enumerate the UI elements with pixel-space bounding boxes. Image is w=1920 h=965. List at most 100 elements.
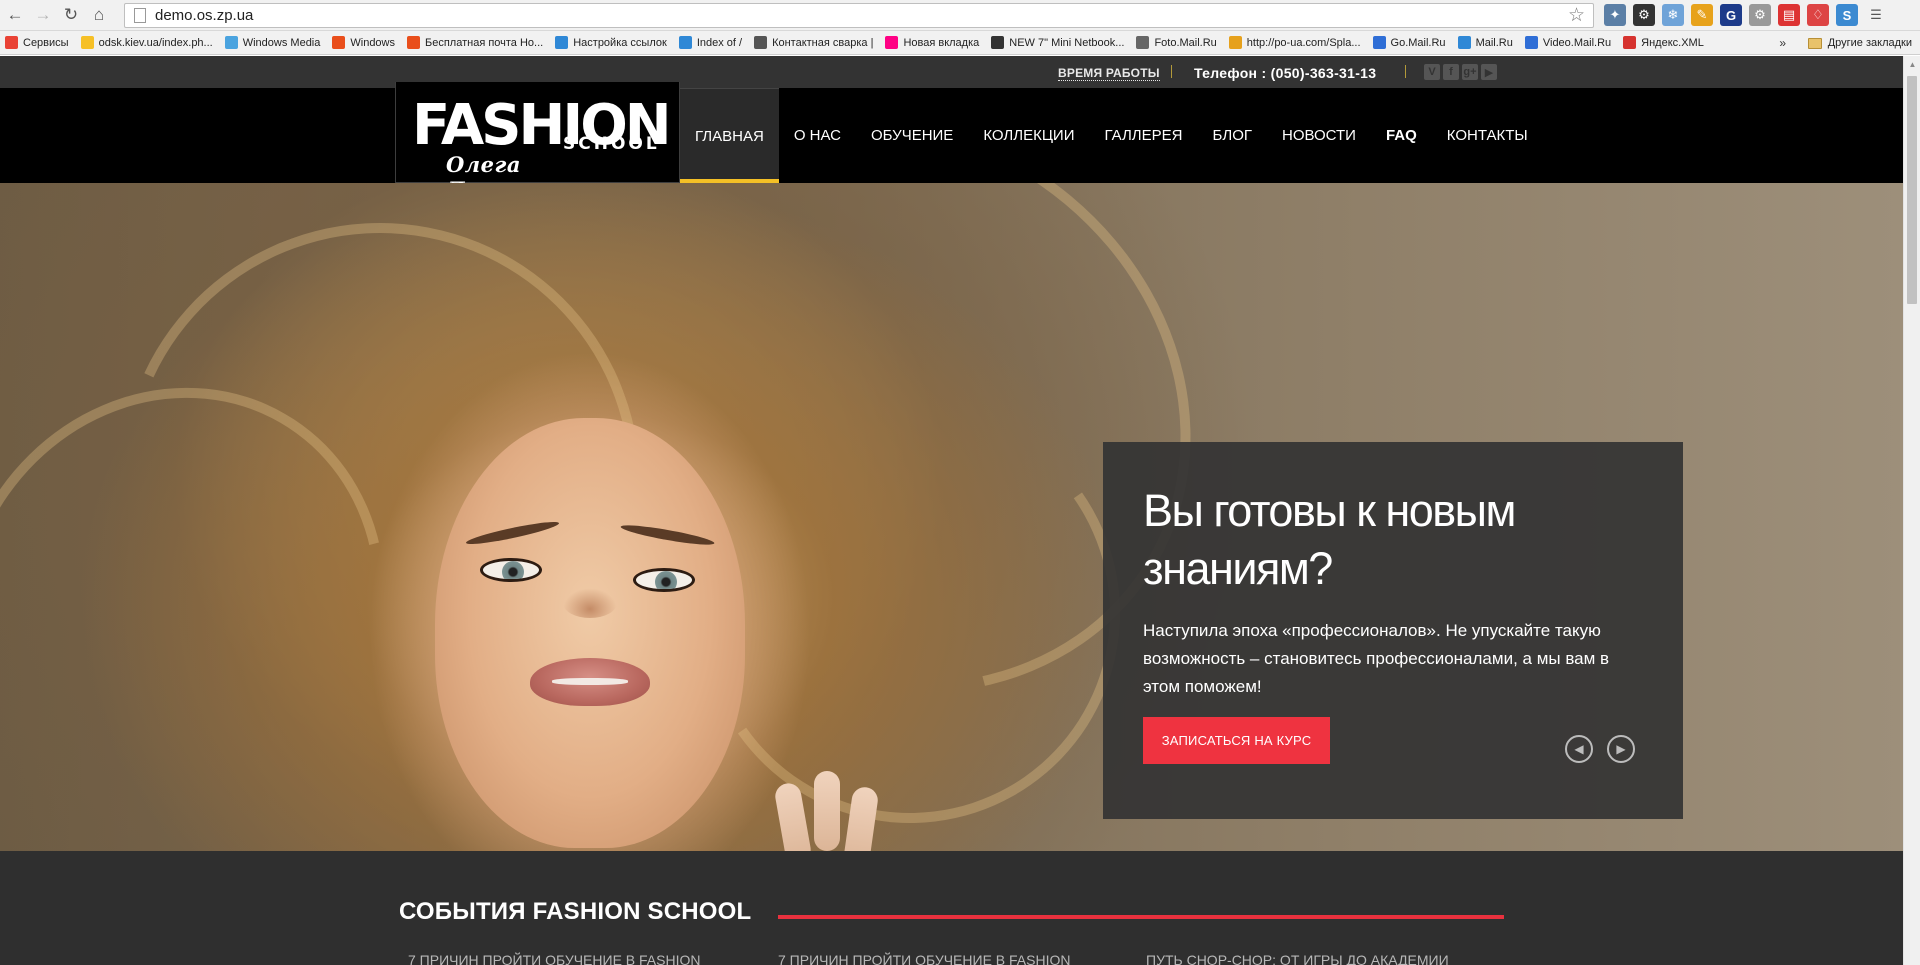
bookmark-favicon-icon xyxy=(1136,36,1150,49)
other-bookmarks-label: Другие закладки xyxy=(1827,37,1912,49)
bookmark-item[interactable]: Foto.Mail.Ru xyxy=(1131,31,1223,54)
eyebrow xyxy=(619,521,716,549)
scroll-thumb[interactable] xyxy=(1907,76,1917,304)
bookmark-item[interactable]: Index of / xyxy=(674,31,749,54)
finger xyxy=(773,781,813,851)
menu-item-4[interactable]: ГАЛЛЕРЕЯ xyxy=(1090,88,1198,183)
slide-caption: Вы готовы к новым знаниям? Наступила эпо… xyxy=(1103,442,1683,819)
finger xyxy=(842,785,880,851)
bookmark-favicon-icon xyxy=(5,36,18,49)
more-bookmarks-button[interactable]: » xyxy=(1779,31,1786,54)
top-info-bar: ВРЕМЯ РАБОТЫ Телефон : (050)-363-31-13 V… xyxy=(0,56,1903,88)
extension-icon[interactable]: ❄ xyxy=(1662,4,1684,26)
events-section: СОБЫТИЯ FASHION SCHOOL 7 ПРИЧИН ПРОЙТИ О… xyxy=(0,851,1903,965)
address-url[interactable]: demo.os.zp.ua xyxy=(155,7,253,24)
other-bookmarks[interactable]: Другие закладки xyxy=(1807,31,1912,54)
bookmark-label: Windows xyxy=(350,36,395,49)
facebook-icon[interactable]: f xyxy=(1443,64,1459,80)
bookmark-favicon-icon xyxy=(1524,36,1538,49)
bookmark-item[interactable]: Яндекс.XML xyxy=(1618,31,1711,54)
logo[interactable]: FASHION SCHOOL Олега Даниильченко xyxy=(395,82,680,202)
gear-icon[interactable]: ⚙ xyxy=(1633,4,1655,26)
bookmark-label: Бесплатная почта Ho... xyxy=(425,36,544,49)
events-title-underline xyxy=(778,915,1504,919)
reload-button[interactable]: ↻ xyxy=(58,2,84,28)
youtube-icon[interactable]: ▶ xyxy=(1481,64,1497,80)
extension-icon[interactable]: S xyxy=(1836,4,1858,26)
bookmark-favicon-icon xyxy=(224,36,238,49)
extension-icon[interactable]: G xyxy=(1720,4,1742,26)
menu-item-0[interactable]: ГЛАВНАЯ xyxy=(680,88,779,183)
bookmark-star-icon[interactable]: ☆ xyxy=(1568,5,1585,27)
work-hours-link[interactable]: ВРЕМЯ РАБОТЫ xyxy=(1058,66,1160,81)
google-plus-icon[interactable]: g+ xyxy=(1462,64,1478,80)
site-header: FASHION SCHOOL Олега Даниильченко ГЛАВНА… xyxy=(0,82,1903,202)
vimeo-icon[interactable]: V xyxy=(1424,64,1440,80)
menu-item-2[interactable]: ОБУЧЕНИЕ xyxy=(856,88,968,183)
bookmark-favicon-icon xyxy=(678,36,692,49)
bookmark-favicon-icon xyxy=(754,36,768,49)
event-link[interactable]: 7 ПРИЧИН ПРОЙТИ ОБУЧЕНИЕ В FASHION xyxy=(408,952,700,965)
bookmark-item[interactable]: Сервисы xyxy=(0,31,76,54)
page-icon xyxy=(134,8,146,23)
bookmark-item[interactable]: Windows Media xyxy=(220,31,328,54)
bookmark-item[interactable]: Контактная сварка | xyxy=(749,31,880,54)
social-links: V f g+ ▶ xyxy=(1424,64,1497,80)
bookmark-favicon-icon xyxy=(1457,36,1471,49)
browser-toolbar: ← → ↻ ⌂ demo.os.zp.ua ☆ ✦ ⚙ ❄ ✎ G ⚙ ▤ ♢ … xyxy=(0,0,1920,31)
bookmark-label: Mail.Ru xyxy=(1475,36,1513,49)
menu-item-5[interactable]: БЛОГ xyxy=(1198,88,1267,183)
scroll-up-icon[interactable]: ▲ xyxy=(1904,56,1920,73)
divider xyxy=(1405,65,1406,78)
signup-course-button[interactable]: ЗАПИСАТЬСЯ НА КУРС xyxy=(1143,717,1330,764)
menu-item-6[interactable]: НОВОСТИ xyxy=(1267,88,1371,183)
extension-icon[interactable]: ⚙ xyxy=(1749,4,1771,26)
back-button[interactable]: ← xyxy=(2,2,28,28)
bookmark-item[interactable]: Windows xyxy=(327,31,402,54)
menu-item-8[interactable]: КОНТАКТЫ xyxy=(1432,88,1543,183)
bookmark-favicon-icon xyxy=(991,36,1005,49)
bookmark-label: Go.Mail.Ru xyxy=(1390,36,1446,49)
model-hand xyxy=(773,771,920,851)
bookmark-item[interactable]: odsk.kiev.ua/index.ph... xyxy=(76,31,220,54)
bookmark-item[interactable]: Go.Mail.Ru xyxy=(1368,31,1453,54)
bookmark-label: Index of / xyxy=(696,36,743,49)
bookmark-label: NEW 7" Mini Netbook... xyxy=(1009,36,1125,49)
menu-item-1[interactable]: О НАС xyxy=(779,88,856,183)
bookmark-item[interactable]: Бесплатная почта Ho... xyxy=(402,31,550,54)
bookmark-item[interactable]: Настройка ссылок xyxy=(550,31,674,54)
extension-icon[interactable]: ✎ xyxy=(1691,4,1713,26)
page-viewport: ВРЕМЯ РАБОТЫ Телефон : (050)-363-31-13 V… xyxy=(0,56,1903,965)
bookmark-favicon-icon xyxy=(885,36,899,49)
extension-icon[interactable]: ✦ xyxy=(1604,4,1626,26)
bookmark-item[interactable]: http://po-ua.com/Spla... xyxy=(1224,31,1368,54)
menu-item-3[interactable]: КОЛЛЕКЦИИ xyxy=(968,88,1089,183)
hero-slider: Вы готовы к новым знаниям? Наступила эпо… xyxy=(0,183,1903,851)
slide-text: Наступила эпоха «профессионалов». Не упу… xyxy=(1143,621,1610,696)
eyebrow xyxy=(464,518,561,548)
event-link[interactable]: ПУТЬ CHOP-CHOP: ОТ ИГРЫ ДО АКАДЕМИИ xyxy=(1146,952,1449,965)
menu-item-7[interactable]: FAQ xyxy=(1371,88,1432,183)
bookmark-label: Сервисы xyxy=(23,36,69,49)
cart-icon[interactable]: ♢ xyxy=(1807,4,1829,26)
lips xyxy=(530,658,650,706)
event-link[interactable]: 7 ПРИЧИН ПРОЙТИ ОБУЧЕНИЕ В FASHION xyxy=(778,952,1070,965)
bookmark-item[interactable]: NEW 7" Mini Netbook... xyxy=(986,31,1131,54)
extension-icon[interactable]: ▤ xyxy=(1778,4,1800,26)
model-face xyxy=(435,418,745,848)
bookmark-label: Video.Mail.Ru xyxy=(1542,36,1612,49)
bookmark-favicon-icon xyxy=(1372,36,1386,49)
page-scrollbar[interactable]: ▲ xyxy=(1903,56,1920,965)
forward-button[interactable]: → xyxy=(30,2,56,28)
logo-school-text: SCHOOL xyxy=(563,134,660,154)
extension-icons: ✦ ⚙ ❄ ✎ G ⚙ ▤ ♢ S ☰ xyxy=(1604,4,1887,26)
bookmark-item[interactable]: Mail.Ru xyxy=(1453,31,1520,54)
bookmarks-bar: Сервисы odsk.kiev.ua/index.ph... Windows M… xyxy=(0,31,1920,55)
menu-icon[interactable]: ☰ xyxy=(1865,4,1887,26)
address-bar[interactable]: demo.os.zp.ua ☆ xyxy=(124,3,1594,28)
bookmark-item[interactable]: Новая вкладка xyxy=(880,31,986,54)
prev-slide-icon[interactable]: ◀ xyxy=(1565,735,1593,763)
home-button[interactable]: ⌂ xyxy=(86,2,112,28)
next-slide-icon[interactable]: ▶ xyxy=(1607,735,1635,763)
bookmark-item[interactable]: Video.Mail.Ru xyxy=(1520,31,1618,54)
